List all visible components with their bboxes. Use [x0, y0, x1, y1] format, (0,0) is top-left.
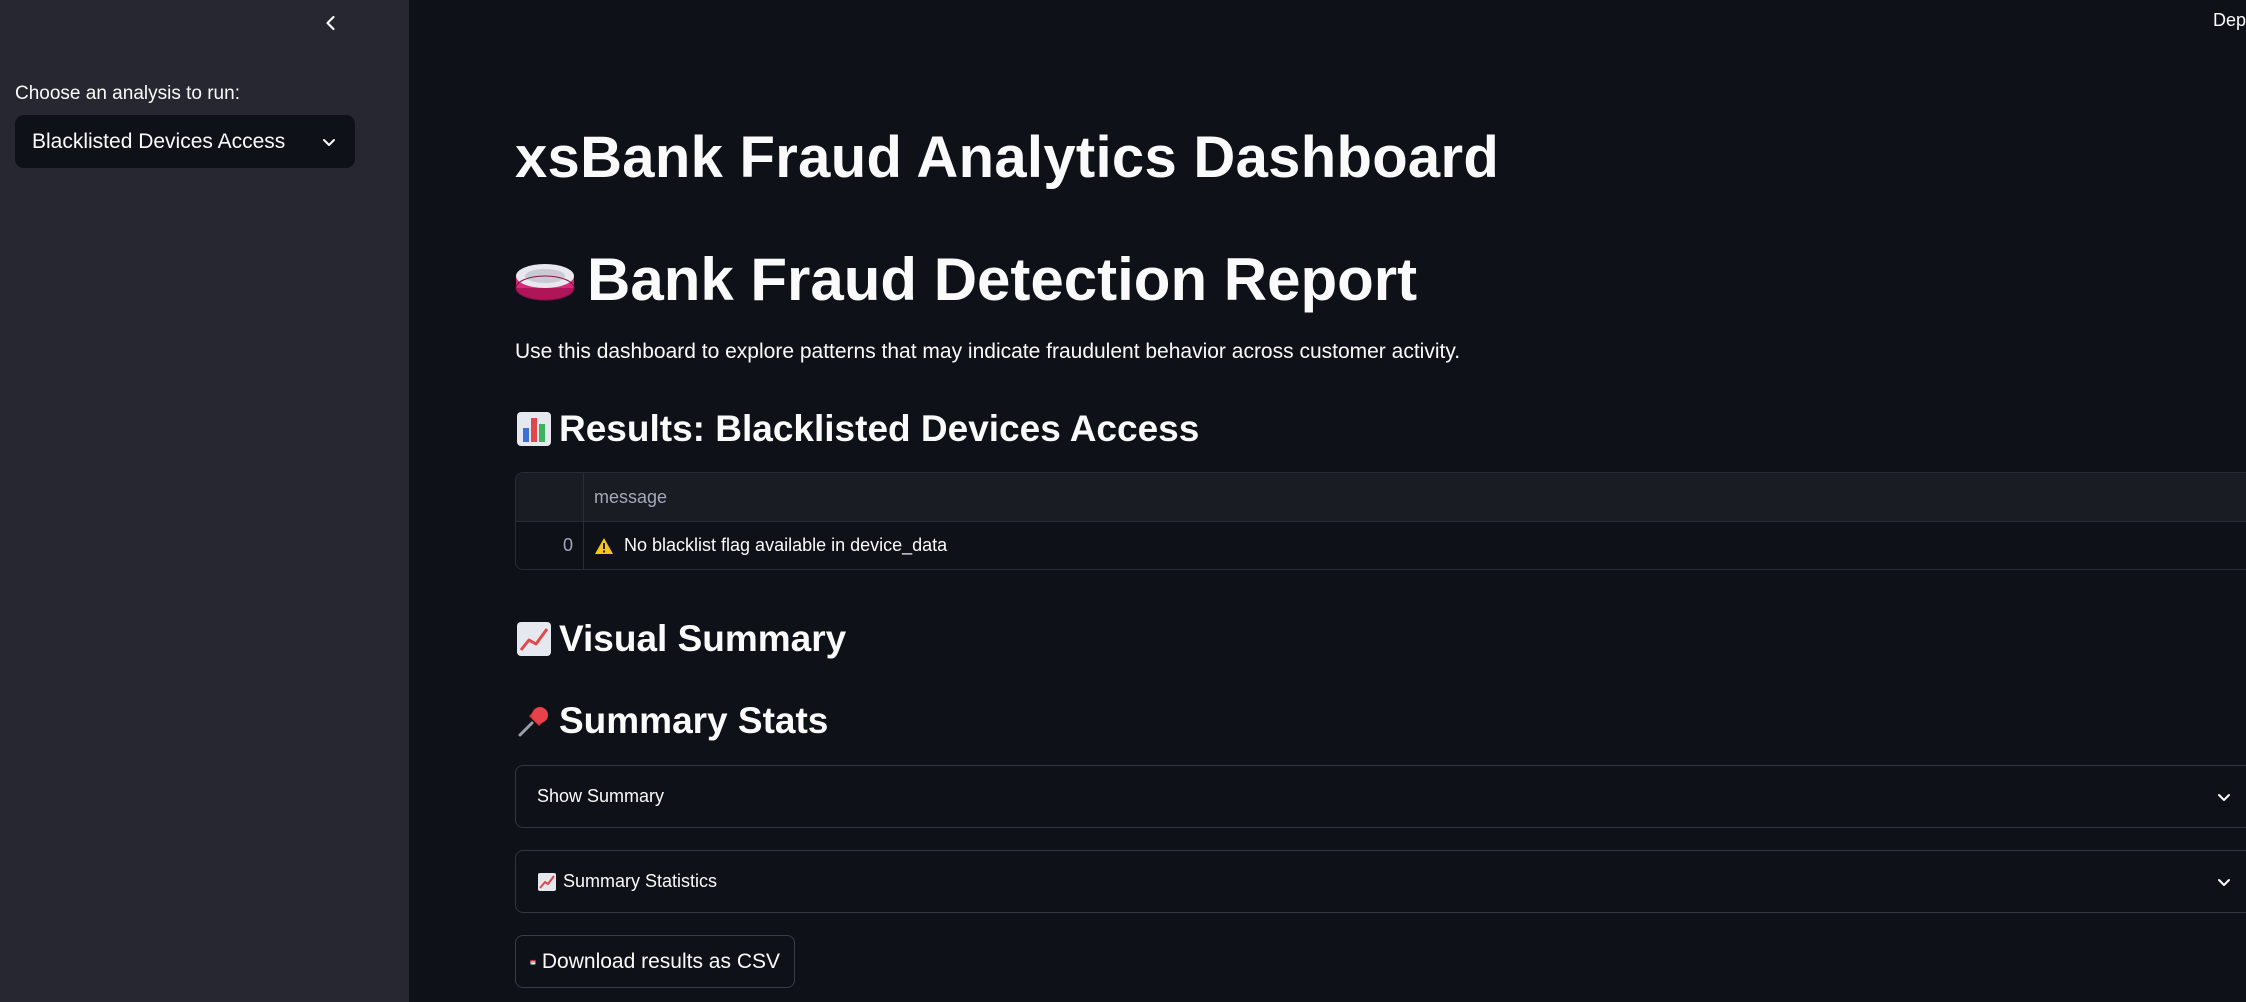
report-heading-text: Bank Fraud Detection Report: [587, 246, 1418, 313]
chart-increasing-icon: [517, 622, 551, 656]
analysis-select-value: Blacklisted Devices Access: [32, 129, 286, 153]
chevron-down-icon: [323, 138, 335, 146]
chevron-left-icon: [326, 15, 335, 31]
bar-chart-icon: [517, 412, 551, 446]
show-summary-label: Show Summary: [537, 786, 665, 806]
results-heading-text: Results: Blacklisted Devices Access: [559, 408, 1200, 449]
row-index: 0: [516, 522, 584, 569]
collapse-sidebar-button[interactable]: [316, 8, 346, 38]
row-message-cell: No blacklist flag available in device_da…: [584, 522, 2246, 569]
summary-stats-heading: Summary Stats: [515, 700, 828, 742]
chart-increasing-icon: [538, 872, 556, 891]
results-heading: Results: Blacklisted Devices Access: [515, 408, 1199, 450]
analysis-select-label: Choose an analysis to run:: [15, 83, 240, 104]
analysis-select[interactable]: Blacklisted Devices Access: [15, 115, 355, 168]
page-title: xsBank Fraud Analytics Dashboard: [515, 125, 1500, 190]
main-content: xsBank Fraud Analytics Dashboard Bank Fr…: [515, 0, 2246, 1002]
database-icon: [515, 263, 575, 300]
show-summary-expander[interactable]: Show Summary: [515, 765, 2246, 828]
visual-summary-heading-text: Visual Summary: [559, 618, 847, 659]
summary-statistics-label-wrap: Summary Statistics: [537, 871, 717, 892]
download-csv-label: Download results as CSV: [541, 949, 780, 973]
message-column-header[interactable]: message: [584, 473, 2246, 521]
index-column-header: [516, 473, 584, 521]
table-header: message: [516, 473, 2246, 522]
table-row: 0 No blacklist flag available in device_…: [516, 522, 2246, 569]
visual-summary-heading: Visual Summary: [515, 618, 846, 660]
summary-statistics-expander[interactable]: Summary Statistics: [515, 850, 2246, 913]
chevron-down-icon: [2218, 793, 2230, 801]
summary-statistics-label: Summary Statistics: [563, 871, 718, 891]
pushpin-icon: [518, 707, 548, 737]
summary-stats-heading-text: Summary Stats: [559, 700, 829, 741]
report-heading: Bank Fraud Detection Report: [515, 245, 1417, 314]
results-table[interactable]: message 0 No blacklist flag available in…: [515, 472, 2246, 570]
intro-text: Use this dashboard to explore patterns t…: [515, 340, 1461, 363]
calendar-icon: [530, 959, 536, 964]
warning-icon: [595, 537, 613, 554]
sidebar: Choose an analysis to run: Blacklisted D…: [0, 0, 409, 1002]
row-message-text: No blacklist flag available in device_da…: [624, 535, 948, 555]
chevron-down-icon: [2218, 878, 2230, 886]
app-root: Choose an analysis to run: Blacklisted D…: [0, 0, 2246, 1002]
download-csv-button[interactable]: Download results as CSV: [515, 935, 795, 988]
